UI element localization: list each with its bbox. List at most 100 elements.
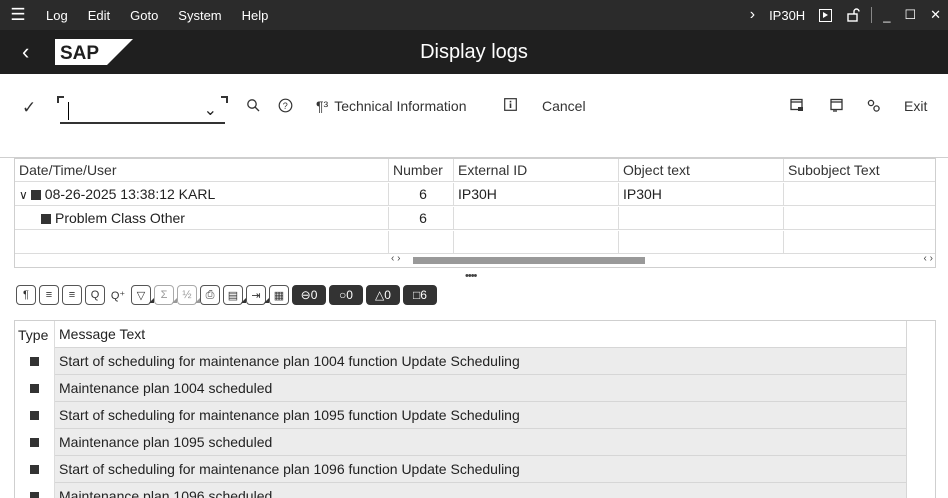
tree-node-problem-class[interactable]: Problem Class Other	[15, 207, 389, 230]
column-header-object-text[interactable]: Object text	[619, 159, 784, 182]
column-header-external-id[interactable]: External ID	[454, 159, 619, 182]
maximize-icon[interactable]: ☐	[897, 7, 923, 23]
message-type-icon	[30, 411, 39, 420]
application-toolbar: ✓ ⌄ ? ¶³ Technical Information Cancel Ex…	[0, 74, 948, 158]
enter-check-icon[interactable]: ✓	[22, 98, 36, 118]
table-row[interactable]: Maintenance plan 1004 scheduled	[15, 375, 935, 402]
cell-external-id: IP30H	[454, 183, 619, 206]
cell-number: 6	[389, 183, 454, 206]
play-icon[interactable]	[812, 8, 839, 22]
scroll-left-icon[interactable]: ‹ ›	[391, 253, 400, 264]
menu-separator	[871, 7, 873, 23]
find-icon[interactable]	[246, 98, 260, 112]
table-row[interactable]: Problem Class Other 6	[15, 207, 935, 230]
messages-table: Type Message Text Start of scheduling fo…	[14, 320, 936, 498]
column-header-date-time-user[interactable]: Date/Time/User	[15, 159, 389, 182]
glasses-icon: ¶³	[316, 98, 329, 114]
table-row[interactable]: Start of scheduling for maintenance plan…	[15, 402, 935, 429]
title-bar: ‹ SAP Display logs	[0, 30, 948, 74]
table-row[interactable]: Start of scheduling for maintenance plan…	[15, 456, 935, 483]
menu-help[interactable]: Help	[232, 8, 279, 23]
message-type-cell	[15, 456, 55, 483]
technical-information-button[interactable]: ¶³ Technical Information	[316, 98, 466, 114]
command-field[interactable]: ⌄	[57, 96, 228, 124]
sort-descending-icon[interactable]: ≡	[62, 285, 82, 305]
technical-information-label: Technical Information	[334, 98, 467, 114]
table-header-row: Type Message Text	[15, 321, 935, 348]
square-icon: □	[413, 288, 421, 302]
cancel-button[interactable]: Cancel	[542, 98, 586, 114]
exit-button[interactable]: Exit	[904, 98, 927, 114]
column-header-type[interactable]: Type	[15, 321, 55, 348]
total-icon[interactable]: Σ	[154, 285, 177, 305]
tree-node-log[interactable]: ∨ 08-26-2025 13:38:12 KARL	[15, 183, 389, 206]
table-row[interactable]: Start of scheduling for maintenance plan…	[15, 348, 935, 375]
layout-icon[interactable]: ▦	[269, 285, 289, 305]
close-icon[interactable]: ✕	[923, 7, 948, 23]
table-row[interactable]: Maintenance plan 1096 scheduled	[15, 483, 935, 498]
details-icon[interactable]: ¶	[16, 285, 36, 305]
find-icon[interactable]: Q	[85, 285, 105, 305]
warning-count: 0	[384, 288, 391, 302]
chevron-right-icon[interactable]: ›	[743, 6, 762, 24]
cell-subobject-text	[784, 207, 935, 230]
message-type-cell	[15, 483, 55, 498]
column-header-number[interactable]: Number	[389, 159, 454, 182]
export-icon[interactable]: ⇥	[246, 285, 269, 305]
error-count-button[interactable]: ⊖ 0	[292, 285, 326, 305]
table-row[interactable]: Maintenance plan 1095 scheduled	[15, 429, 935, 456]
message-type-icon	[30, 384, 39, 393]
empty-cell	[784, 231, 935, 254]
error-count: 0	[310, 288, 318, 302]
log-header-table: Date/Time/User Number External ID Object…	[14, 158, 936, 268]
subtotal-icon[interactable]: ½	[177, 285, 200, 305]
filter-icon[interactable]: ▽	[131, 285, 154, 305]
message-type-icon	[30, 492, 39, 498]
info-count-button[interactable]: □ 6	[403, 285, 437, 305]
splitter-grip-icon[interactable]: ••••	[465, 270, 477, 282]
chevron-down-icon[interactable]: ∨	[19, 188, 28, 202]
views-icon[interactable]: ▤	[223, 285, 246, 305]
window-icon[interactable]	[790, 98, 804, 112]
help-icon[interactable]: ?	[278, 98, 293, 113]
minimize-icon[interactable]: _	[876, 8, 897, 23]
neutral-count: 0	[346, 288, 353, 302]
menu-log[interactable]: Log	[36, 8, 78, 23]
table-header-row: Date/Time/User Number External ID Object…	[15, 159, 935, 182]
folder-icon	[30, 190, 41, 200]
neutral-count-button[interactable]: ○ 0	[329, 285, 363, 305]
new-session-icon[interactable]	[830, 98, 844, 112]
circle-icon: ○	[339, 288, 347, 302]
page-title: Display logs	[420, 41, 528, 63]
table-row[interactable]: ∨ 08-26-2025 13:38:12 KARL 6 IP30H IP30H	[15, 183, 935, 206]
customize-icon[interactable]	[866, 98, 881, 113]
table-row-empty	[15, 231, 935, 254]
find-next-icon[interactable]: Q⁺	[108, 285, 128, 305]
empty-cell	[454, 231, 619, 254]
column-header-subobject-text[interactable]: Subobject Text	[784, 159, 935, 182]
message-type-icon	[30, 357, 39, 366]
info-count: 6	[420, 288, 427, 302]
message-text: Start of scheduling for maintenance plan…	[55, 456, 907, 483]
menu-goto[interactable]: Goto	[120, 8, 168, 23]
warning-icon: △	[375, 288, 385, 302]
message-type-cell	[15, 402, 55, 429]
menu-system[interactable]: System	[168, 8, 231, 23]
menu-edit[interactable]: Edit	[78, 8, 120, 23]
cell-object-text	[619, 207, 784, 230]
sort-ascending-icon[interactable]: ≡	[39, 285, 59, 305]
message-text: Maintenance plan 1004 scheduled	[55, 375, 907, 402]
message-type-cell	[15, 429, 55, 456]
warning-count-button[interactable]: △ 0	[366, 285, 400, 305]
empty-cell	[389, 231, 454, 254]
hamburger-menu-icon[interactable]: ☰	[0, 5, 36, 25]
horizontal-scrollbar[interactable]: ‹ › ‹ ›	[389, 253, 935, 267]
scrollbar-thumb[interactable]	[413, 257, 645, 264]
unlock-icon[interactable]	[839, 8, 867, 22]
chevron-down-icon[interactable]: ⌄	[204, 100, 217, 120]
column-header-message-text[interactable]: Message Text	[55, 321, 907, 348]
info-icon[interactable]	[504, 98, 517, 111]
log-label: 08-26-2025 13:38:12 KARL	[44, 186, 216, 202]
print-icon[interactable]: ⎙	[200, 285, 220, 305]
scroll-right-icon[interactable]: ‹ ›	[924, 253, 933, 264]
